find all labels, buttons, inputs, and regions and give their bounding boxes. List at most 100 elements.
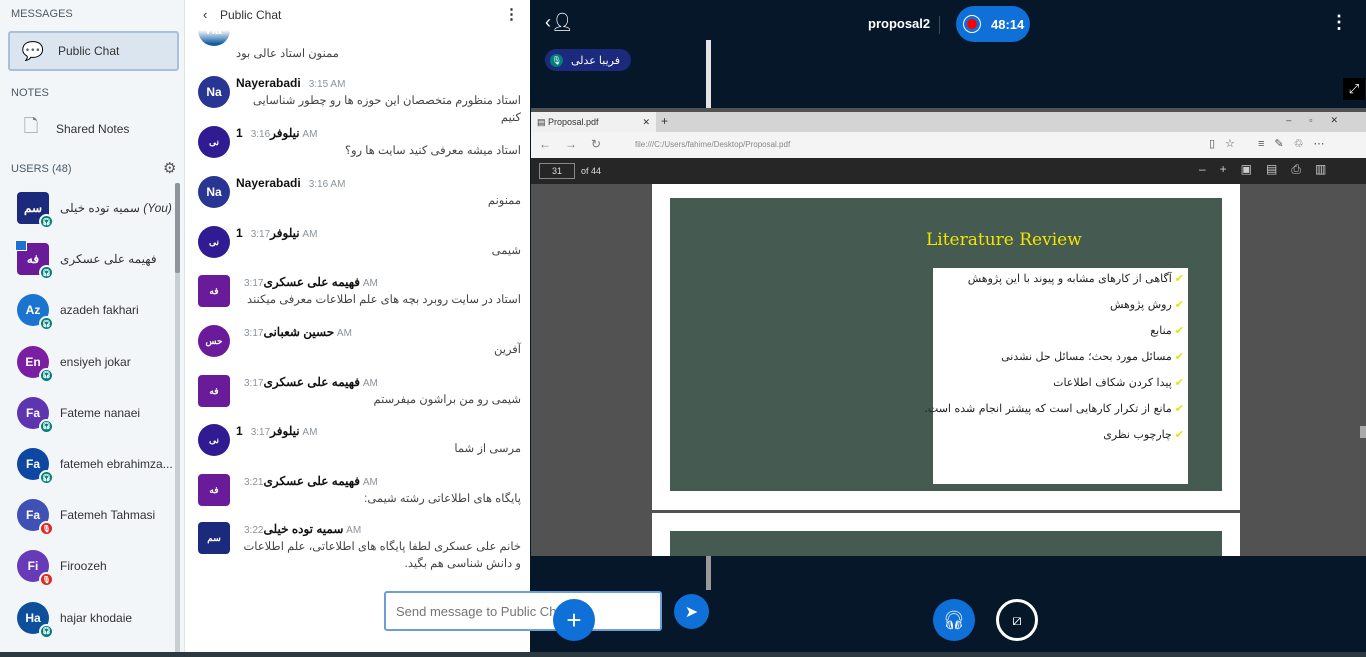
message-time: 3:15 AM	[308, 79, 346, 90]
talker-name: فریبا عدلی	[571, 54, 620, 67]
user-list-item[interactable]: سم 🎧︎ سمیه توده خیلی (You)	[17, 188, 177, 229]
video-button[interactable]: ⧄	[996, 599, 1038, 641]
user-name: Fatemeh Tahmasi	[60, 508, 156, 523]
new-tab-button[interactable]: +	[661, 114, 668, 128]
user-list-item[interactable]: Fa 🎧︎ fatemeh ebrahimza...	[17, 444, 177, 485]
message-text: مرسی از شما	[454, 443, 521, 455]
slide-title: Literature Review	[926, 230, 1082, 250]
user-name: Firoozeh	[60, 559, 107, 574]
user-list-item[interactable]: Fa 🎧︎ Fateme nanaei	[17, 393, 177, 434]
listen-only-icon: 🎧︎	[39, 470, 54, 485]
user-list-item[interactable]: Ha 🎧︎ hajar khodaie	[17, 598, 177, 639]
messages-heading: MESSAGES	[11, 8, 73, 20]
pdf-scrollbar[interactable]	[1360, 426, 1366, 438]
public-chat-label: Public Chat	[58, 44, 120, 58]
pdf-zoom-controls[interactable]: –+▣▤⎙▥	[1199, 162, 1340, 177]
page-number-input[interactable]: 31	[539, 163, 575, 179]
user-name: سمیه توده خیلی (You)	[60, 201, 172, 215]
message-sender: Nayerabadi 3:16 AM	[236, 176, 346, 190]
message-text: ممنونم	[487, 195, 521, 207]
slide-bullet: ✔مسائل مورد بحث؛ مسائل حل نشدنی	[1001, 350, 1184, 363]
message-text: ممنون استاد عالی بود	[236, 48, 339, 60]
message-text: استاد میشه معرفی کنید سایت ها رو؟	[344, 145, 521, 157]
url-field[interactable]: file:///C:/Users/fahime/Desktop/Proposal…	[635, 140, 790, 149]
user-name: ensiyeh jokar	[60, 354, 131, 369]
chat-message-input[interactable]	[384, 591, 662, 631]
nav-buttons[interactable]: ←→↻	[539, 137, 615, 151]
chat-message: حس حسین شعبانی3:17 AM آفرین	[198, 325, 521, 375]
actions-plus-button[interactable]: +	[553, 599, 595, 641]
send-message-button[interactable]: ➤	[674, 594, 709, 629]
audio-button[interactable]: 🎧︎	[933, 599, 975, 641]
user-name: فهیمه علی عسکری	[60, 252, 157, 267]
message-text: پایگاه های اطلاعاتی رشته شیمی:	[364, 493, 521, 505]
user-list-item[interactable]: Az 🎧︎ azadeh fakhari	[17, 290, 177, 332]
close-tab-icon: ✕	[642, 117, 650, 127]
user-list-scrollbar[interactable]	[175, 183, 180, 653]
window-controls[interactable]: –▫✕	[1286, 115, 1356, 126]
message-text: شیمی	[491, 245, 521, 257]
user-list-item[interactable]: Fa 🎙 Fatemeh Tahmasi	[17, 495, 177, 537]
message-sender: نیلوفر13:17 AM	[236, 424, 318, 438]
check-icon: ✔	[1174, 324, 1184, 337]
avatar: سم 🎧︎	[17, 192, 54, 229]
chat-message: نی نیلوفر13:17 AM مرسی از شما	[198, 424, 521, 474]
browser-toolbar-icons[interactable]: ▯☆ ≡✎♲⋯	[1209, 137, 1334, 150]
gear-icon[interactable]: ⚙	[163, 159, 176, 177]
listen-only-icon: 🎧︎	[39, 316, 54, 332]
check-icon: ✔	[1174, 298, 1184, 311]
slide-bullet: ✔پیدا کردن شکاف اطلاعات	[1053, 376, 1184, 389]
browser-tab-bar: ▤ Proposal.pdf ✕ + –▫✕	[531, 112, 1366, 132]
message-sender: فهیمه علی عسکری3:21 AM	[244, 474, 378, 488]
user-list-item[interactable]: فه 🎧︎ فهیمه علی عسکری	[15, 239, 177, 281]
listen-only-icon: 🎧︎	[39, 418, 54, 434]
chat-message: نی نیلوفر13:17 AM شیمی	[198, 226, 521, 276]
user-list-item[interactable]: En 🎧︎ ensiyeh jokar	[17, 342, 177, 383]
options-menu-icon[interactable]: ⋮	[1330, 12, 1348, 33]
chat-icon: 💬	[21, 40, 45, 61]
pdf-icon: ▤	[537, 117, 549, 127]
sidebar-item-public-chat[interactable]: 💬 Public Chat	[8, 31, 179, 71]
recording-indicator[interactable]: 48:14	[956, 6, 1030, 42]
user-name: azadeh fakhari	[60, 303, 139, 318]
check-icon: ✔	[1174, 376, 1184, 389]
slide-bullet-box: ✔آگاهی از کارهای مشابه و پیوند با این پژ…	[924, 268, 1188, 484]
message-sender: Nayerabadi 3:15 AM	[236, 76, 346, 90]
avatar: فه	[198, 474, 230, 506]
chat-message: Na Nayerabadi 3:15 AM استاد منظورم متخصصان …	[198, 76, 521, 126]
user-list-item[interactable]: Fi 🎙 Firoozeh	[17, 546, 177, 588]
chat-back-button[interactable]: ‹	[203, 7, 207, 22]
avatar: نی	[198, 226, 230, 258]
message-text: استاد در سایت روبرد بچه های علم اطلاعات …	[247, 294, 521, 306]
check-icon: ✔	[1174, 350, 1184, 363]
notes-heading: NOTES	[11, 87, 49, 99]
listen-only-icon: 🎧︎	[39, 367, 54, 383]
chat-options-icon[interactable]: ⋮	[504, 5, 519, 23]
avatar: سم	[198, 522, 230, 554]
presenter-icon	[15, 240, 27, 252]
sidebar-item-shared-notes[interactable]: 🗋 Shared Notes	[8, 109, 179, 149]
avatar: فه	[198, 275, 230, 307]
chat-message: Na Nayerabadi 3:16 AM ممنونم	[198, 176, 521, 226]
microphone-icon: 🎙	[550, 53, 563, 67]
fullscreen-icon[interactable]: ⤢	[1343, 78, 1365, 100]
browser-address-bar: ←→↻ file:///C:/Users/fahime/Desktop/Prop…	[531, 132, 1366, 158]
bottom-scrollbar[interactable]	[0, 652, 1366, 657]
message-sender: نیلوفر13:16 AM	[236, 126, 318, 140]
browser-tab[interactable]: ▤ Proposal.pdf ✕	[531, 112, 656, 132]
chat-title: Public Chat	[220, 8, 282, 22]
avatar: Fa 🎧︎	[17, 396, 54, 434]
chat-message: فه فهیمه علی عسکری3:17 AM استاد در سایت رو…	[198, 275, 521, 325]
send-icon: ➤	[684, 603, 699, 621]
avatar: فه	[198, 375, 230, 407]
video-off-icon: ⧄	[1012, 611, 1022, 629]
avatar: Na	[198, 76, 230, 108]
check-icon: ✔	[1174, 272, 1184, 285]
message-sender: فهیمه علی عسکری3:17 AM	[244, 375, 378, 389]
toggle-userlist-icon[interactable]: ‹👤︎	[545, 12, 574, 33]
message-text: آفرین	[494, 344, 521, 356]
message-sender: حسین شعبانی3:17 AM	[244, 325, 352, 339]
chat-message: سم سمیه توده خیلی3:22 AM خانم علی عسکری لط…	[198, 522, 521, 572]
listen-only-icon: 🎧︎	[39, 214, 54, 229]
slide-bullet: ✔چارچوب نظری	[1103, 428, 1184, 441]
